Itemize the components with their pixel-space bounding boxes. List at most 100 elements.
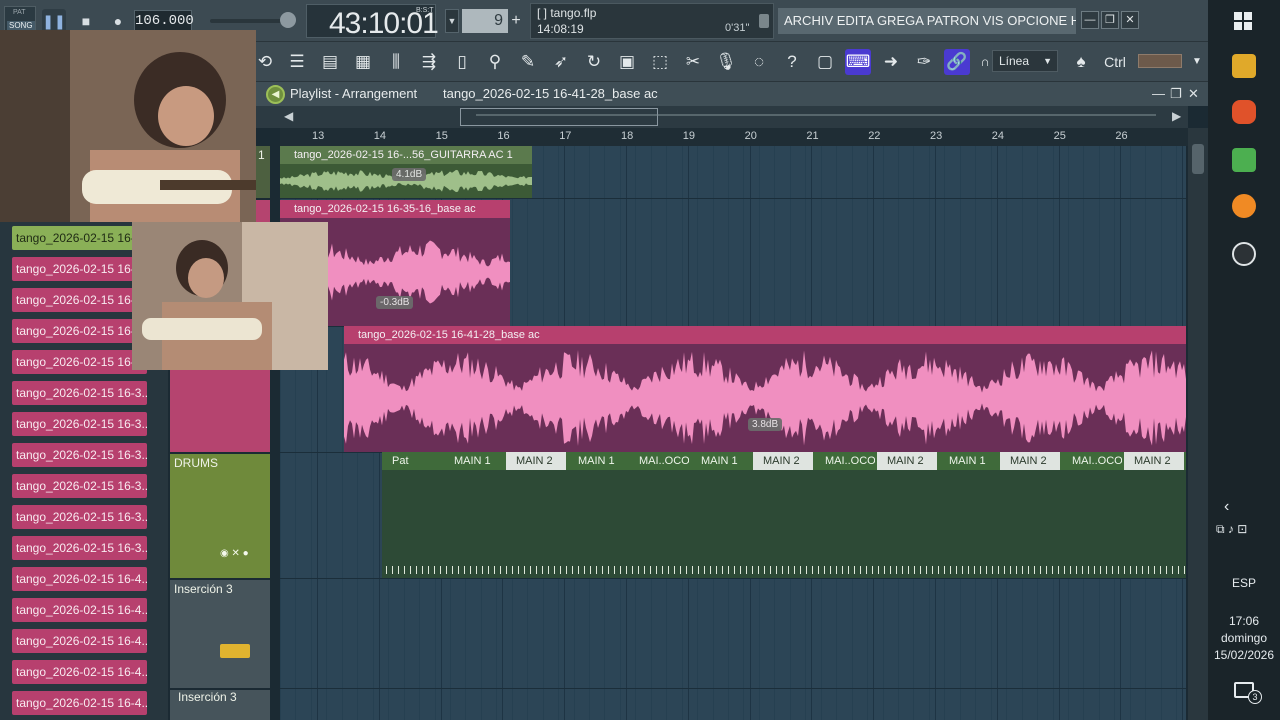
channel-item[interactable]: tango_2026-02-15 16-3... xyxy=(12,474,147,498)
record-arm-icon[interactable] xyxy=(220,644,250,658)
clip-drums[interactable]: Pat MAIN 1 MAIN 2 MAIN 1 MAI..OCO MAIN 1 MAIN … xyxy=(382,452,1186,578)
language-indicator[interactable]: ESP xyxy=(1208,576,1280,590)
overview-window[interactable] xyxy=(460,108,658,126)
song-position-clock[interactable]: 43:10:01 B:S:T xyxy=(306,4,439,40)
main-menu[interactable]: ARCHIV EDITA GREGA PATRON VIS OPCIONE HE… xyxy=(778,8,1076,34)
pencil-icon[interactable]: ✑ xyxy=(911,49,937,75)
link-icon[interactable]: 🔗 xyxy=(944,49,970,75)
scroll-right-icon[interactable]: ▶ xyxy=(1172,109,1181,123)
pattern-dropdown-arrow[interactable]: ▼ xyxy=(445,9,459,33)
channel-item[interactable]: tango_2026-02-15 16-4... xyxy=(12,598,147,622)
minimize-playlist-button[interactable]: — xyxy=(1152,82,1165,106)
playlist-grid[interactable]: tango_2026-02-15 16-...56_GUITARRA AC 1 4… xyxy=(280,146,1186,720)
windows-start-icon[interactable] xyxy=(1234,12,1252,30)
channel-item[interactable]: tango_2026-02-15 16-3... xyxy=(12,536,147,560)
chevron-left-icon[interactable]: ‹ xyxy=(1224,498,1229,516)
channel-item[interactable]: tango_2026-02-15 16-4... xyxy=(12,567,147,591)
track-header-drums[interactable]: DRUMS ◉ ✕ ● xyxy=(170,454,270,578)
ctrl-button[interactable]: Ctrl xyxy=(1100,49,1130,75)
timeline-ruler[interactable]: 13 14 15 16 17 18 19 20 21 22 23 24 25 26 xyxy=(280,128,1188,146)
channel-item[interactable]: tango_2026-02-15 16-4... xyxy=(12,660,147,684)
channel-item[interactable]: tango_2026-02-15 16-3 xyxy=(12,257,147,281)
minimize-button[interactable]: — xyxy=(1081,11,1099,29)
tray-icons[interactable]: ⧉ ♪ ⊡ xyxy=(1216,522,1247,537)
browser-icon[interactable]: ⇶ xyxy=(416,49,442,75)
pattern-block[interactable]: MAIN 1 xyxy=(444,452,504,470)
window-icon[interactable]: ▢ xyxy=(812,49,838,75)
pattern-block[interactable]: MAI..OCO xyxy=(629,452,689,470)
snap-select[interactable]: Línea ▼ xyxy=(992,50,1058,72)
playlist-logo-icon[interactable]: ◀ xyxy=(266,85,285,104)
channel-rack-icon[interactable]: ▦ xyxy=(350,49,376,75)
pattern-block[interactable]: MAIN 1 xyxy=(939,452,999,470)
pattern-block[interactable]: MAIN 2 xyxy=(753,452,813,470)
pattern-block[interactable]: Pat xyxy=(382,452,442,470)
fl-studio-icon[interactable] xyxy=(1232,194,1256,218)
file-icon[interactable]: ▯ xyxy=(449,49,475,75)
chat-icon[interactable]: ◌ xyxy=(746,49,772,75)
master-volume-slider[interactable] xyxy=(210,19,288,23)
step-sequencer-icon[interactable]: ▤ xyxy=(317,49,343,75)
color-swatch[interactable] xyxy=(1138,54,1182,68)
playlist-icon[interactable]: ☰ xyxy=(284,49,310,75)
arrow-right-icon[interactable]: ➜ xyxy=(878,49,904,75)
restore-button[interactable]: ❐ xyxy=(1101,11,1119,29)
brave-browser-icon[interactable] xyxy=(1232,100,1256,124)
android-app-icon[interactable] xyxy=(1232,148,1256,172)
pattern-block[interactable]: MAIN 1 xyxy=(568,452,628,470)
playlist-overview[interactable]: ◀ ▶ xyxy=(256,106,1188,128)
pattern-block[interactable]: MAIN 2 xyxy=(877,452,937,470)
cut-icon[interactable]: ✂ xyxy=(680,49,706,75)
pattern-block[interactable]: MAIN 2 xyxy=(1000,452,1060,470)
clip-title: tango_2026-02-15 16-35-16_base ac xyxy=(280,200,510,218)
channel-item[interactable]: tango_2026-02-15 16-3 xyxy=(12,319,147,343)
channel-item[interactable]: tango_2026-02-15 16-2 xyxy=(12,226,147,250)
master-volume-knob[interactable] xyxy=(280,12,296,28)
clip-base-2[interactable]: tango_2026-02-15 16-41-28_base ac 3.8dB xyxy=(344,326,1186,452)
plugin-icon[interactable]: ⚲ xyxy=(482,49,508,75)
mixer-icon[interactable]: ⫼ xyxy=(383,49,409,75)
metronome-icon[interactable]: ♠ xyxy=(1068,49,1094,75)
microphone-icon[interactable]: 🎙 xyxy=(713,49,739,75)
arrangement-name[interactable]: tango_2026-02-15 16-41-28_base ac xyxy=(443,82,658,106)
pattern-block[interactable]: MAIN 1 xyxy=(691,452,751,470)
channel-item[interactable]: tango_2026-02-15 16-3 xyxy=(12,288,147,312)
file-explorer-icon[interactable] xyxy=(1232,54,1256,78)
pattern-block[interactable]: MAIN 2 xyxy=(1124,452,1184,470)
channel-item[interactable]: tango_2026-02-15 16-4... xyxy=(12,691,147,715)
clip-guitarra[interactable]: tango_2026-02-15 16-...56_GUITARRA AC 1 4… xyxy=(280,146,532,198)
vertical-scrollbar[interactable] xyxy=(1188,128,1208,720)
chevron-down-icon[interactable]: ▼ xyxy=(1184,49,1210,75)
scroll-left-icon[interactable]: ◀ xyxy=(284,109,293,123)
pattern-block[interactable]: MAI..OCO xyxy=(1062,452,1122,470)
save-icon[interactable]: ▣ xyxy=(614,49,640,75)
mute-icon[interactable]: ◉ ✕ ● xyxy=(220,548,249,559)
channel-item[interactable]: tango_2026-02-15 16-3 xyxy=(12,350,147,374)
clock-time[interactable]: 17:06 xyxy=(1208,614,1280,628)
track-header-insercion3b[interactable]: Inserción 3 xyxy=(170,690,270,720)
brush-icon[interactable]: ✎ xyxy=(515,49,541,75)
tempo-display[interactable]: 106.000 xyxy=(134,10,194,32)
refresh-icon[interactable]: ↻ xyxy=(581,49,607,75)
scrollbar-thumb[interactable] xyxy=(1192,144,1204,174)
maximize-playlist-button[interactable]: ❐ xyxy=(1170,82,1182,106)
channel-item[interactable]: tango_2026-02-15 16-3... xyxy=(12,505,147,529)
render-icon[interactable]: ⬚ xyxy=(647,49,673,75)
pattern-block[interactable]: MAI..OCO xyxy=(815,452,875,470)
clip-body xyxy=(382,470,1186,578)
channel-item[interactable]: tango_2026-02-15 16-4... xyxy=(12,629,147,653)
help-icon[interactable]: ? xyxy=(779,49,805,75)
close-playlist-button[interactable]: ✕ xyxy=(1188,82,1199,106)
channel-item[interactable]: tango_2026-02-15 16-3... xyxy=(12,412,147,436)
obs-icon[interactable] xyxy=(1232,242,1256,266)
track-header-insercion3a[interactable]: Inserción 3 xyxy=(170,580,270,688)
pattern-block[interactable]: MAIN 2 xyxy=(506,452,566,470)
feather-icon[interactable]: ➶ xyxy=(548,49,574,75)
pattern-selector[interactable]: 9 xyxy=(462,9,508,33)
channel-item[interactable]: tango_2026-02-15 16-3... xyxy=(12,443,147,467)
piano-keyboard-icon[interactable]: ⌨ xyxy=(845,49,871,75)
channel-item[interactable]: tango_2026-02-15 16-3... xyxy=(12,381,147,405)
add-pattern-button[interactable]: + xyxy=(509,9,523,33)
fl-studio-window: PAT SONG ❚❚ ■ ● 106.000 43:10:01 B:S:T ▼… xyxy=(0,0,1280,720)
close-button[interactable]: ✕ xyxy=(1121,11,1139,29)
